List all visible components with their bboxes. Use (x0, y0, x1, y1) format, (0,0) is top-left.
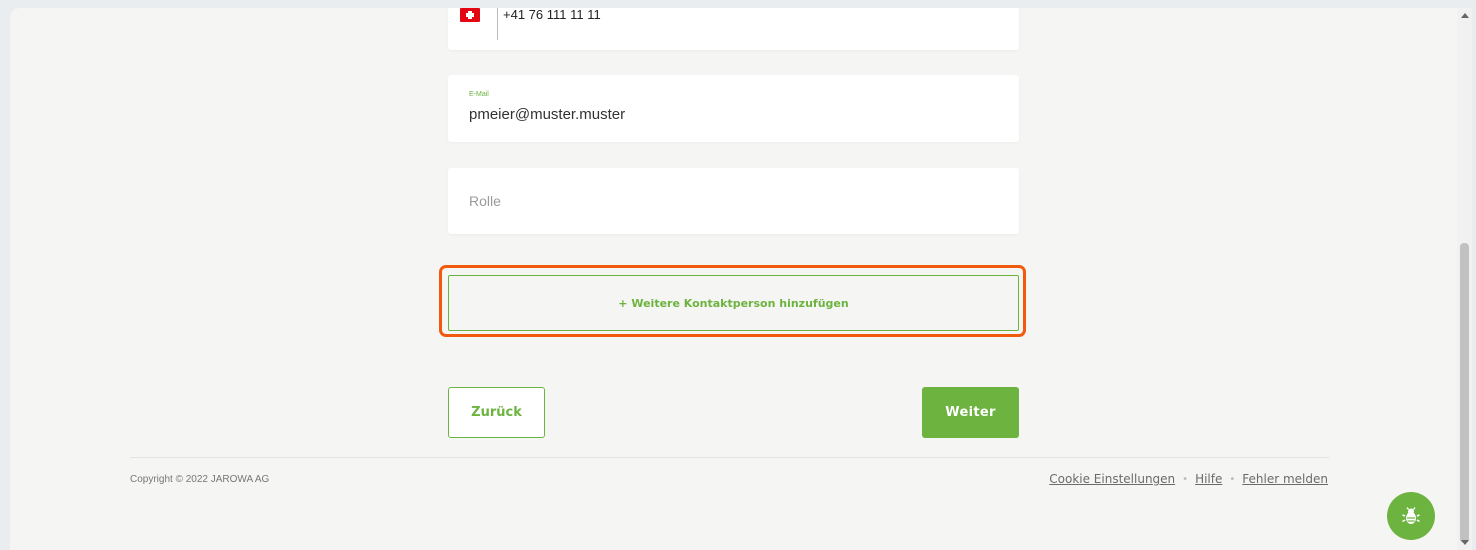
next-button[interactable]: Weiter (922, 387, 1019, 438)
report-bug-link[interactable]: Fehler melden (1242, 472, 1328, 486)
footer-separator: • (1182, 473, 1189, 485)
add-contact-button[interactable]: + Weitere Kontaktperson hinzufügen (448, 275, 1019, 331)
phone-divider (497, 8, 498, 40)
scrollbar-thumb[interactable] (1460, 243, 1469, 543)
help-link[interactable]: Hilfe (1195, 472, 1222, 486)
vertical-scrollbar[interactable] (1457, 8, 1472, 550)
bug-report-button[interactable] (1387, 492, 1435, 540)
scroll-down-arrow-icon[interactable] (1461, 540, 1469, 545)
email-value[interactable]: pmeier@muster.muster (469, 106, 625, 123)
switzerland-flag-icon[interactable] (460, 8, 480, 22)
phone-value[interactable]: +41 76 111 11 11 (503, 8, 601, 22)
copyright-text: Copyright © 2022 JAROWA AG (130, 474, 270, 485)
cookie-settings-link[interactable]: Cookie Einstellungen (1049, 472, 1175, 486)
phone-field[interactable]: +41 76 111 11 11 (448, 8, 1019, 50)
back-button[interactable]: Zurück (448, 387, 545, 438)
email-field[interactable]: E-Mail pmeier@muster.muster (448, 75, 1019, 142)
bug-icon (1402, 507, 1420, 524)
footer-divider (130, 457, 1329, 458)
scroll-up-arrow-icon[interactable] (1461, 13, 1469, 18)
page-content: +41 76 111 11 11 E-Mail pmeier@muster.mu… (10, 8, 1457, 550)
email-label: E-Mail (469, 91, 489, 98)
role-placeholder[interactable]: Rolle (469, 193, 501, 209)
footer-links: Cookie Einstellungen • Hilfe • Fehler me… (1049, 472, 1328, 486)
role-field[interactable]: Rolle (448, 168, 1019, 234)
footer-separator: • (1229, 473, 1236, 485)
